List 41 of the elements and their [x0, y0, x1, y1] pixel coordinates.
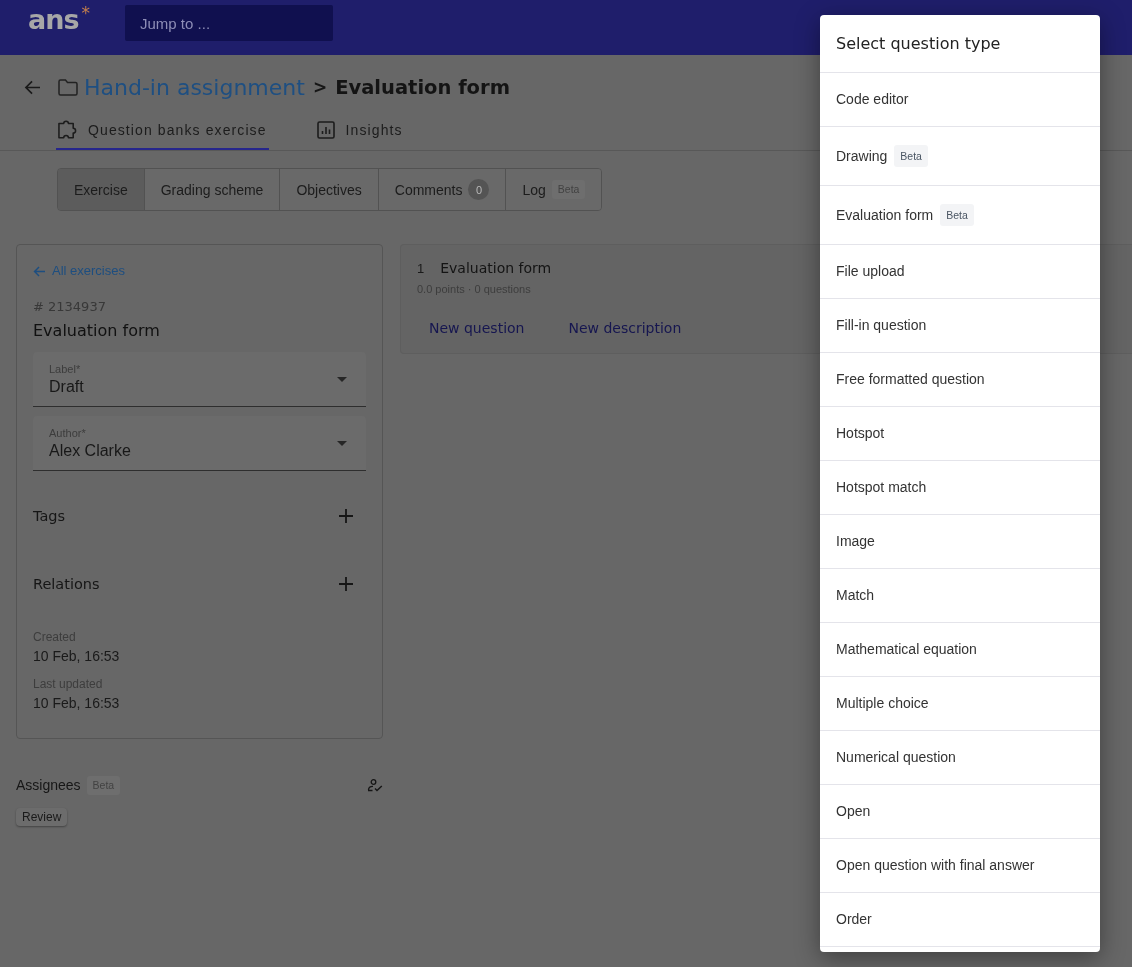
menu-item[interactable]: Code editor — [820, 73, 1100, 127]
section-title: Tags — [33, 508, 66, 524]
menu-item[interactable]: Hotspot — [820, 407, 1100, 461]
menu-item[interactable]: Order — [820, 893, 1100, 947]
menu-item[interactable]: Open — [820, 785, 1100, 839]
beta-badge: Beta — [894, 145, 928, 167]
meta-value: 10 Feb, 16:53 — [33, 694, 121, 712]
puzzle-piece-icon — [58, 120, 77, 139]
menu-item[interactable]: Open question with final answer — [820, 839, 1100, 893]
app-logo[interactable]: ans$^{*}$ — [28, 6, 89, 34]
bar-chart-icon — [316, 120, 335, 139]
menu-item[interactable]: Numerical question — [820, 731, 1100, 785]
search-field[interactable]: Jump to ... — [125, 5, 333, 41]
user-check-icon[interactable] — [367, 778, 383, 792]
menu-item[interactable]: Image — [820, 515, 1100, 569]
section-title: Relations — [33, 576, 100, 592]
meta-value: 10 Feb, 16:53 — [33, 647, 121, 665]
group-number: 1 — [417, 260, 425, 276]
plus-icon[interactable] — [339, 577, 353, 591]
count-badge: 0 — [468, 179, 490, 200]
menu-item[interactable]: Fill-in question — [820, 299, 1100, 353]
menu-item[interactable]: Match — [820, 569, 1100, 623]
caret-icon — [337, 376, 347, 382]
back-arrow-icon — [33, 265, 46, 277]
back-arrow-icon[interactable] — [24, 79, 41, 95]
group-title: Evaluation form — [440, 260, 552, 276]
menu-item[interactable]: Evaluation form Beta — [820, 186, 1100, 245]
menu-item[interactable]: Drawing Beta — [820, 127, 1100, 186]
section-title: Assignees — [16, 777, 81, 793]
folder-icon — [58, 78, 78, 96]
plus-icon[interactable] — [339, 509, 353, 523]
breadcrumb-separator: > — [312, 77, 328, 97]
menu-item[interactable]: Mathematical equation — [820, 623, 1100, 677]
menu-item[interactable]: Hotspot match — [820, 461, 1100, 515]
menu-item[interactable]: File upload — [820, 245, 1100, 299]
menu-item[interactable]: Free formatted question — [820, 353, 1100, 407]
beta-badge: Beta — [940, 204, 974, 226]
menu-item[interactable]: Multiple choice — [820, 677, 1100, 731]
page-title: Evaluation form — [335, 75, 510, 99]
exercise-title: Evaluation form — [33, 320, 161, 342]
caret-icon — [337, 440, 347, 446]
